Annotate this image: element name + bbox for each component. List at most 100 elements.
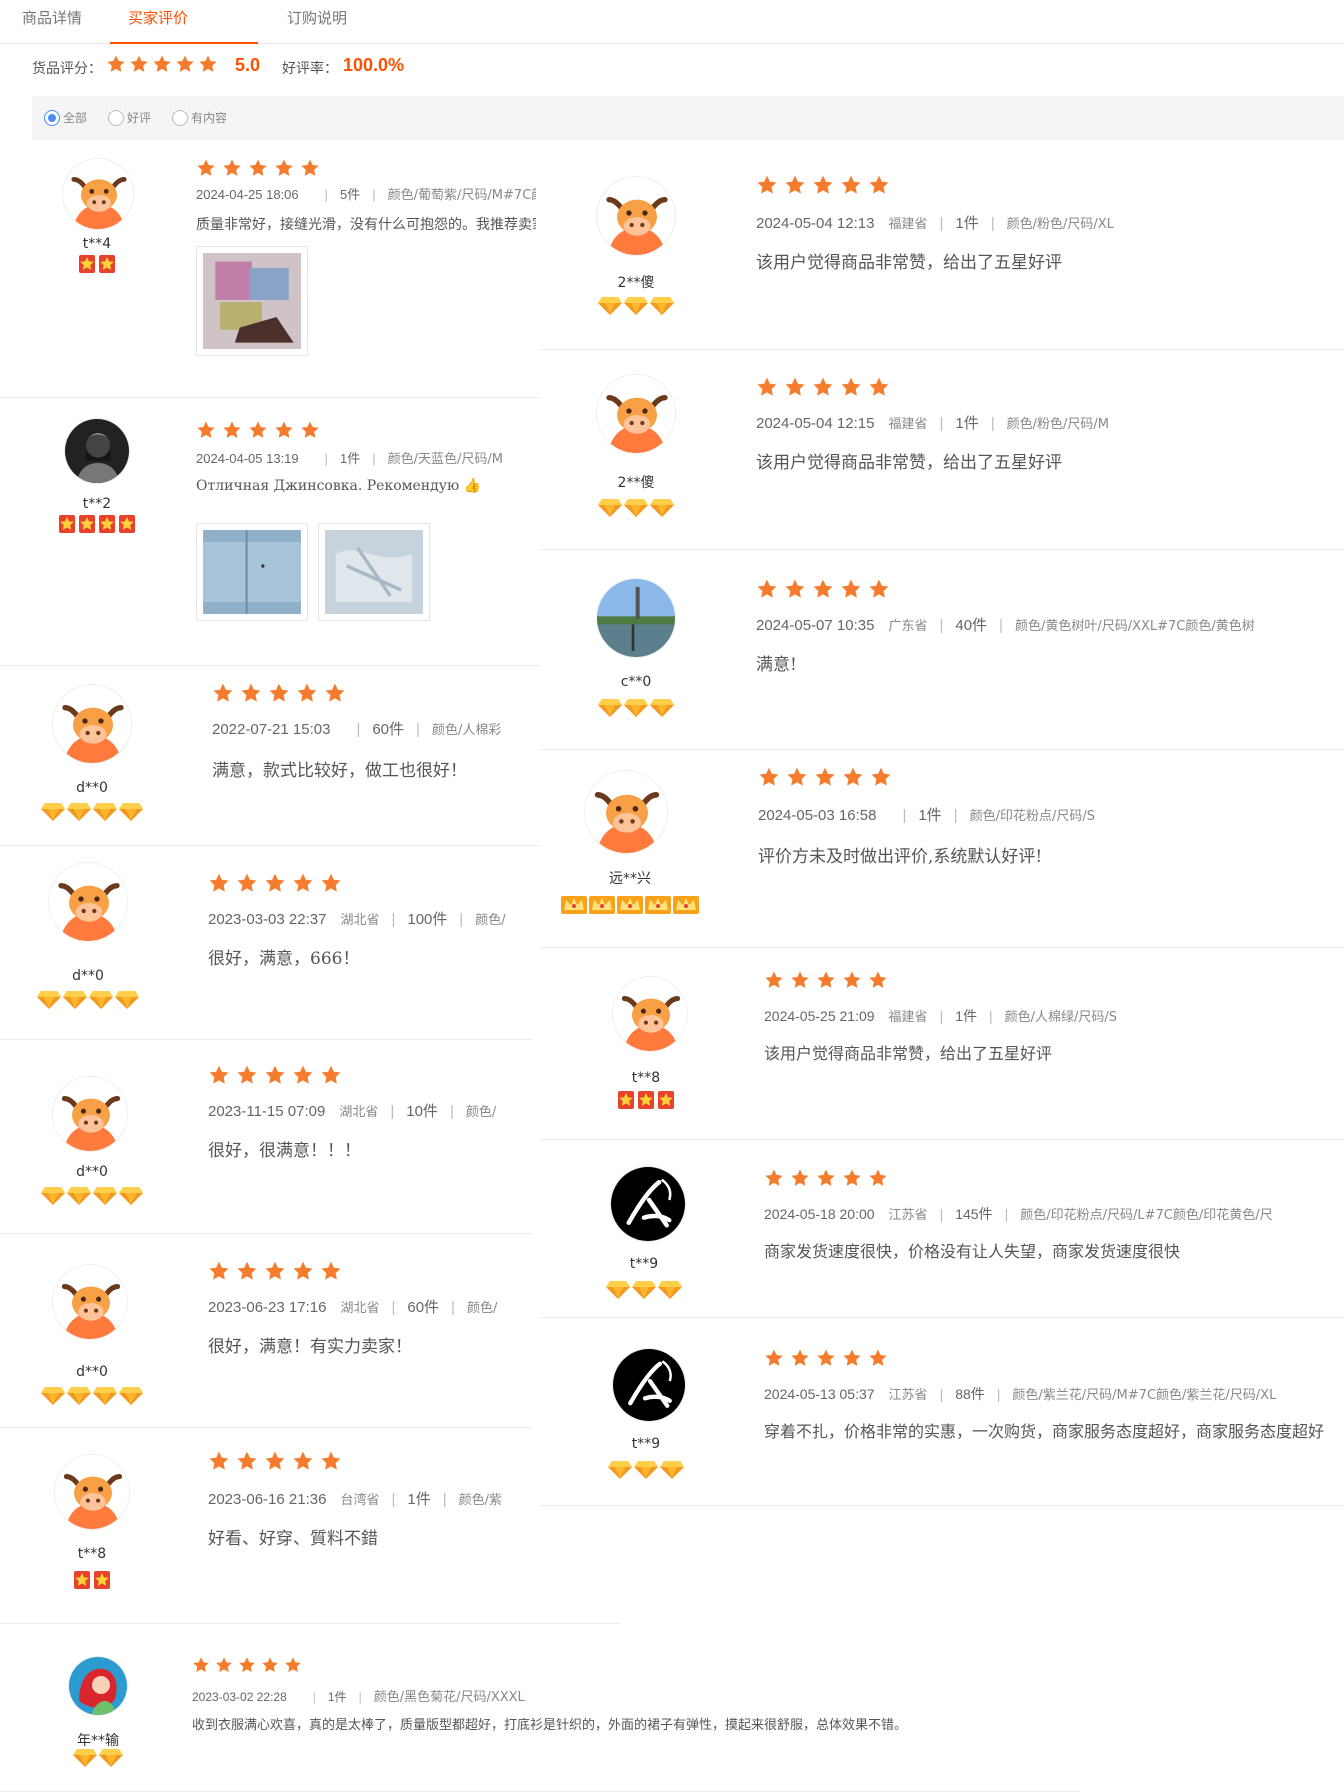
ox-avatar-icon[interactable]	[596, 374, 676, 454]
buyer-level-badges	[12, 1386, 172, 1411]
buyer-level-badges	[12, 1186, 172, 1211]
ox-avatar-icon[interactable]	[54, 1454, 130, 1530]
divider: |	[939, 1206, 944, 1222]
diamond-badge-icon	[93, 1186, 117, 1211]
good-rate-value: 100.0%	[343, 55, 405, 75]
star-icon	[212, 682, 234, 709]
divider: |	[356, 721, 361, 738]
star-icon	[842, 1348, 862, 1373]
star-icon	[292, 1064, 314, 1091]
diamond-badge-icon	[660, 1460, 684, 1485]
star-icon	[208, 1450, 230, 1477]
review-rating-stars	[208, 1450, 348, 1477]
diamond-badge-icon	[650, 498, 674, 523]
reviewer-name: t**2	[82, 496, 112, 512]
review-spec: 颜色/	[475, 913, 506, 928]
mermaid-avatar-icon[interactable]	[68, 1656, 128, 1716]
calligraphy-avatar-icon[interactable]	[610, 1166, 686, 1242]
reviewer-name: 年**输	[77, 1733, 119, 1749]
review-card: 远**兴 2024-05-03 16:58 | 1件 | 颜色/印花粉点/尺码/S 评价方未…	[540, 750, 1344, 948]
diamond-badge-icon	[650, 698, 674, 723]
filter-positive[interactable]: 好评	[108, 109, 151, 127]
review-photo-thumbnail[interactable]	[196, 246, 308, 356]
filter-with-content[interactable]: 有内容	[172, 109, 227, 127]
star-icon	[324, 682, 346, 709]
diamond-badge-icon	[658, 1280, 682, 1305]
star-icon	[784, 578, 806, 605]
crown-badge-icon	[673, 894, 699, 919]
divider: |	[324, 187, 329, 202]
star-icon	[868, 174, 890, 201]
review-region: 福建省	[888, 217, 928, 232]
review-quantity: 1件	[340, 451, 361, 466]
review-date: 2024-04-05 13:19	[196, 451, 299, 466]
photo-avatar-icon[interactable]	[64, 418, 130, 484]
ox-avatar-icon[interactable]	[612, 976, 688, 1052]
divider: |	[449, 1103, 454, 1120]
review-meta: 2023-06-23 17:16 湖北省 | 60件 | 颜色/	[208, 1296, 532, 1317]
star-icon	[758, 766, 780, 793]
red-star-badge-icon	[93, 1570, 111, 1595]
star-icon	[264, 1260, 286, 1287]
divider: |	[953, 807, 958, 824]
diamond-badge-icon	[598, 498, 622, 523]
review-quantity: 1件	[918, 807, 942, 824]
review-date: 2024-04-25 18:06	[196, 187, 299, 202]
tab-product-details[interactable]: 商品详情	[22, 0, 82, 44]
filter-all[interactable]: 全部	[44, 109, 87, 127]
lake-avatar-icon[interactable]	[596, 578, 676, 658]
star-icon	[816, 970, 836, 995]
divider: |	[996, 1386, 1001, 1402]
review-quantity: 100件	[407, 911, 448, 928]
ox-avatar-icon[interactable]	[52, 684, 132, 764]
crown-badge-icon	[561, 894, 587, 919]
review-rating-stars	[208, 1260, 348, 1287]
divider: |	[459, 911, 464, 928]
tab-buyer-reviews[interactable]: 买家评价	[110, 0, 258, 44]
review-region: 广东省	[888, 619, 928, 634]
review-rating-stars	[196, 420, 326, 445]
ox-avatar-icon[interactable]	[52, 1076, 128, 1152]
review-region: 江苏省	[888, 1208, 928, 1223]
star-icon	[868, 1168, 888, 1193]
divider: |	[999, 617, 1003, 634]
red-star-badge-icon	[617, 1090, 635, 1115]
ox-avatar-icon[interactable]	[596, 176, 676, 256]
reviewer-name: t**8	[631, 1070, 661, 1086]
review-spec: 颜色/紫兰花/尺码/M#7C颜色/紫兰花/尺码/XL	[1012, 1388, 1277, 1403]
reviewer-name: d**0	[76, 1164, 108, 1180]
ox-avatar-icon[interactable]	[62, 158, 134, 230]
ox-avatar-icon[interactable]	[52, 1264, 128, 1340]
diamond-badge-icon	[115, 990, 139, 1015]
star-icon	[764, 1348, 784, 1373]
review-date: 2023-03-03 22:37	[208, 911, 327, 928]
review-photo-thumbnail[interactable]	[318, 523, 430, 621]
star-icon	[296, 682, 318, 709]
divider: |	[391, 1299, 396, 1316]
review-region: 福建省	[888, 417, 928, 432]
good-rate-label: 好评率：	[282, 61, 338, 77]
calligraphy-avatar-icon[interactable]	[612, 1348, 686, 1422]
review-quantity: 145件	[955, 1206, 993, 1222]
star-icon	[268, 682, 290, 709]
tab-order-notes[interactable]: 订购说明	[287, 0, 347, 44]
review-quantity: 60件	[372, 721, 405, 738]
reviewer-name: d**0	[76, 780, 108, 796]
review-region: 湖北省	[339, 1105, 379, 1120]
ox-avatar-icon[interactable]	[48, 862, 128, 942]
star-icon	[236, 1064, 258, 1091]
review-text: Отличная Джинсовка. Рекомендую 👍	[196, 478, 482, 494]
review-spec: 颜色/天蓝色/尺码/M	[387, 452, 504, 467]
reviewer-name: c**0	[620, 674, 652, 690]
ox-avatar-icon[interactable]	[584, 770, 668, 854]
star-icon	[790, 1168, 810, 1193]
divider: |	[416, 721, 420, 738]
review-date: 2024-05-03 16:58	[758, 807, 877, 824]
star-icon	[320, 1450, 342, 1477]
diamond-badge-icon	[41, 1186, 65, 1211]
radio-checked-icon	[44, 109, 60, 126]
review-photo-thumbnail[interactable]	[196, 523, 308, 621]
diamond-badge-icon	[93, 802, 117, 827]
star-icon	[842, 766, 864, 793]
star-icon	[236, 872, 258, 899]
